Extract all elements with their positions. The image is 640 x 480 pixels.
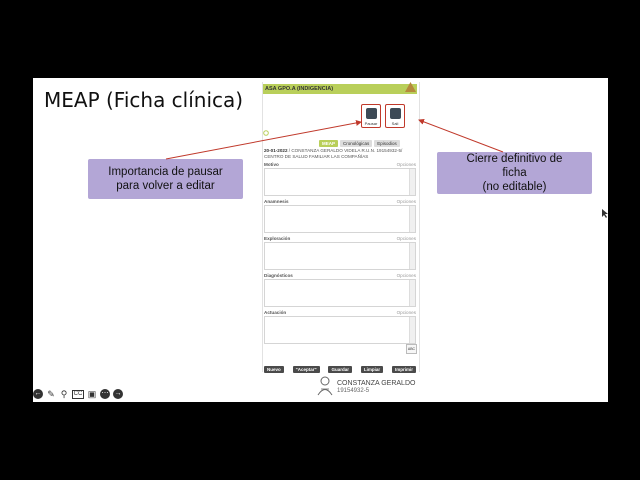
save-button[interactable]: Guardar (328, 366, 352, 373)
callout-close: Cierre definitivo de ficha (no editable) (437, 152, 592, 194)
arrow-to-exit (418, 118, 504, 153)
anamnesis-textarea[interactable] (264, 205, 416, 233)
scrollbar[interactable] (409, 169, 415, 195)
patient-info: 20-01-2022 / CONSTANZA GERALDO VIDELA R.… (264, 148, 403, 159)
warning-icon[interactable] (405, 82, 416, 92)
options-dropdown[interactable]: Opciones (397, 310, 416, 315)
tab-episodios[interactable]: Episodios (374, 140, 400, 147)
new-button[interactable]: Nuevo (264, 366, 284, 373)
user-name: CONSTANZA GERALDO (337, 380, 416, 387)
pen-icon[interactable]: ✎ (46, 389, 56, 399)
zoom-icon[interactable]: ⚲ (59, 389, 69, 399)
user-id: 19154932-5 (337, 388, 370, 394)
pin-icon[interactable] (263, 130, 269, 136)
exit-button[interactable]: Sali (385, 104, 405, 128)
scrollbar[interactable] (409, 280, 415, 306)
camera-icon[interactable]: ▣ (87, 389, 97, 399)
slide: MEAP (Ficha clínica) ASA GPO.A (INDIGENC… (33, 78, 608, 402)
spellcheck-button[interactable]: ABC (406, 344, 417, 354)
exit-icon (389, 108, 401, 119)
pause-button[interactable]: Pausar (361, 104, 381, 128)
slide-title: MEAP (Ficha clínica) (44, 88, 244, 112)
diagnosticos-textarea[interactable] (264, 279, 416, 307)
section-diagnosticos: Diagnósticos Opciones (264, 273, 416, 307)
previous-slide-icon[interactable]: ← (33, 389, 43, 399)
mouse-cursor-icon (602, 209, 608, 218)
clinical-record-panel: ASA GPO.A (INDIGENCIA) Pausar Sali MEAP … (262, 82, 420, 373)
panel-header: ASA GPO.A (INDIGENCIA) (263, 84, 417, 94)
scrollbar[interactable] (409, 206, 415, 232)
tab-cronologicas[interactable]: Cronológicas (340, 140, 373, 147)
more-icon[interactable]: ⋯ (100, 389, 110, 399)
options-dropdown[interactable]: Opciones (397, 273, 416, 278)
options-dropdown[interactable]: Opciones (397, 236, 416, 241)
exploracion-textarea[interactable] (264, 242, 416, 270)
options-dropdown[interactable]: Opciones (397, 199, 416, 204)
pause-icon (365, 108, 377, 119)
user-avatar-icon (317, 376, 333, 396)
options-dropdown[interactable]: Opciones (397, 162, 416, 167)
accept-button[interactable]: "Aceptar" (292, 366, 320, 373)
captions-icon[interactable]: CC (72, 389, 84, 399)
section-anamnesis: Anamnesis Opciones (264, 199, 416, 233)
section-actuacion: Actuación Opciones (264, 310, 416, 344)
action-bar: Nuevo "Aceptar" Guardar Limpiar Imprimir (264, 366, 416, 373)
next-slide-icon[interactable]: → (113, 389, 123, 399)
print-button[interactable]: Imprimir (391, 366, 416, 373)
actuacion-textarea[interactable] (264, 316, 416, 344)
scrollbar[interactable] (409, 243, 415, 269)
section-motivo: Motivo Opciones (264, 162, 416, 196)
record-tabs: MEAP Cronológicas Episodios (319, 140, 400, 147)
player-controls: ← ✎ ⚲ CC ▣ ⋯ → (33, 389, 123, 399)
scrollbar[interactable] (409, 317, 415, 343)
user-info: CONSTANZA GERALDO 19154932-5 (315, 376, 435, 400)
tab-meap[interactable]: MEAP (319, 140, 339, 147)
motivo-textarea[interactable] (264, 168, 416, 196)
section-exploracion: Exploración Opciones (264, 236, 416, 270)
callout-pause: Importancia de pausar para volver a edit… (88, 159, 243, 199)
clear-button[interactable]: Limpiar (360, 366, 384, 373)
